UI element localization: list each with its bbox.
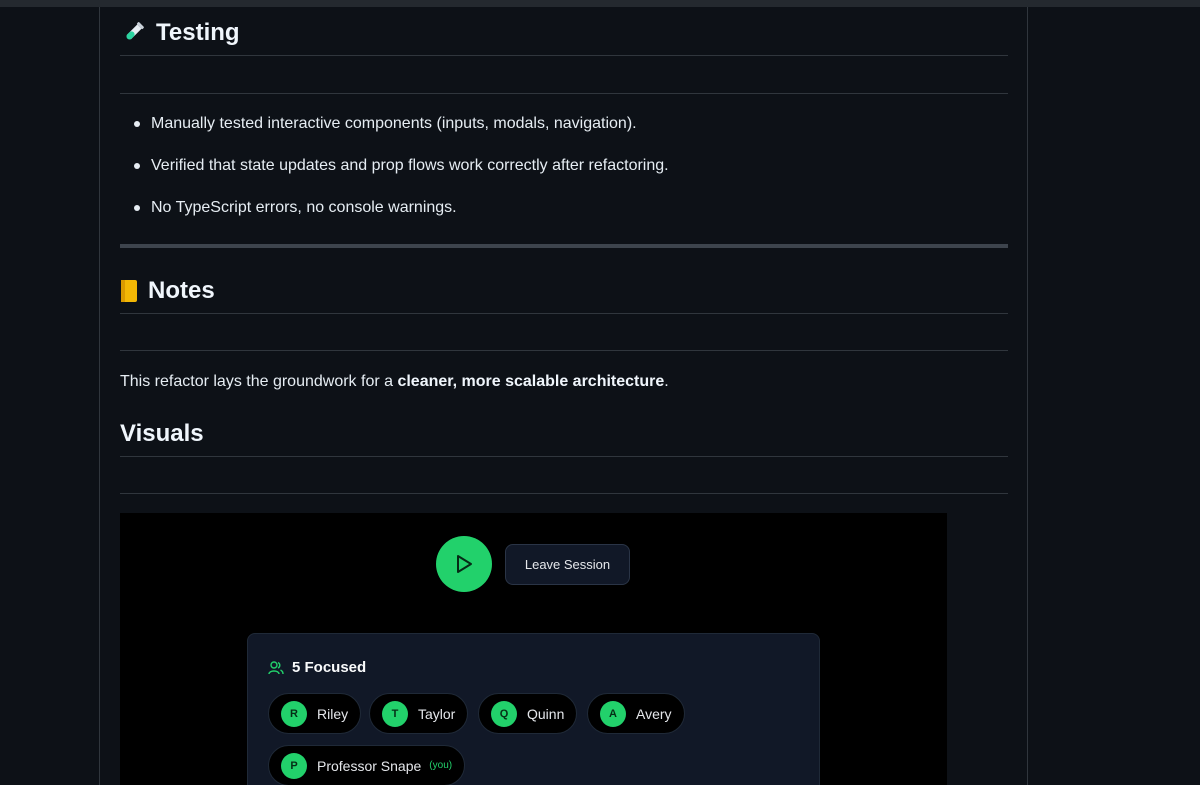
paragraph-text: This refactor lays the groundwork for a bbox=[120, 373, 398, 390]
heading-underline bbox=[120, 55, 1008, 56]
play-button[interactable] bbox=[436, 536, 492, 592]
notebook-icon bbox=[121, 280, 137, 302]
paragraph-bold: cleaner, more scalable architecture bbox=[397, 373, 665, 390]
focused-panel: 5 Focused R Riley T Taylor Q Quinn A Ave… bbox=[247, 633, 820, 785]
participant-chip[interactable]: R Riley bbox=[268, 693, 362, 734]
divider bbox=[120, 350, 1008, 351]
avatar: A bbox=[600, 700, 626, 727]
participant-chip[interactable]: A Avery bbox=[587, 693, 685, 734]
browser-top-bar bbox=[0, 0, 1200, 7]
divider bbox=[120, 493, 1008, 494]
participant-name: Quinn bbox=[527, 705, 565, 722]
play-icon bbox=[457, 555, 472, 573]
users-icon bbox=[268, 660, 284, 674]
horizontal-rule bbox=[120, 244, 1008, 248]
testing-title: Testing bbox=[156, 19, 240, 46]
participant-chip[interactable]: Q Quinn bbox=[478, 693, 578, 734]
focused-header: 5 Focused bbox=[268, 659, 366, 676]
testing-heading: Testing bbox=[120, 19, 240, 47]
testing-list: Manually tested interactive components (… bbox=[120, 112, 669, 238]
participant-name: Riley bbox=[317, 705, 349, 722]
participant-name: Taylor bbox=[418, 705, 456, 722]
participant-name: Professor Snape bbox=[317, 757, 422, 774]
list-item: No TypeScript errors, no console warning… bbox=[120, 196, 669, 238]
focused-count: 5 Focused bbox=[292, 659, 367, 676]
participant-name: Avery bbox=[636, 705, 672, 722]
visuals-heading: Visuals bbox=[120, 420, 204, 448]
markdown-body: Testing Manually tested interactive comp… bbox=[99, 7, 1028, 785]
visuals-title: Visuals bbox=[120, 420, 204, 447]
you-tag: (you) bbox=[429, 760, 453, 771]
divider bbox=[120, 93, 1008, 94]
notes-paragraph: This refactor lays the groundwork for a … bbox=[120, 370, 669, 394]
leave-session-button[interactable]: Leave Session bbox=[505, 544, 630, 585]
paragraph-end: . bbox=[664, 373, 669, 390]
heading-underline bbox=[120, 456, 1008, 457]
participant-chip[interactable]: T Taylor bbox=[369, 693, 469, 734]
avatar: R bbox=[281, 700, 307, 727]
avatar: P bbox=[281, 752, 307, 779]
heading-underline bbox=[120, 313, 1008, 314]
list-item: Verified that state updates and prop flo… bbox=[120, 154, 669, 196]
session-screenshot: Leave Session 5 Focused R Riley T Taylor bbox=[120, 513, 947, 785]
participant-chip[interactable]: P Professor Snape (you) bbox=[268, 745, 466, 785]
test-tube-icon bbox=[126, 22, 144, 40]
notes-title: Notes bbox=[148, 277, 215, 304]
avatar: Q bbox=[491, 700, 517, 727]
avatar: T bbox=[382, 700, 408, 727]
notes-heading: Notes bbox=[120, 277, 215, 305]
list-item: Manually tested interactive components (… bbox=[120, 112, 669, 154]
